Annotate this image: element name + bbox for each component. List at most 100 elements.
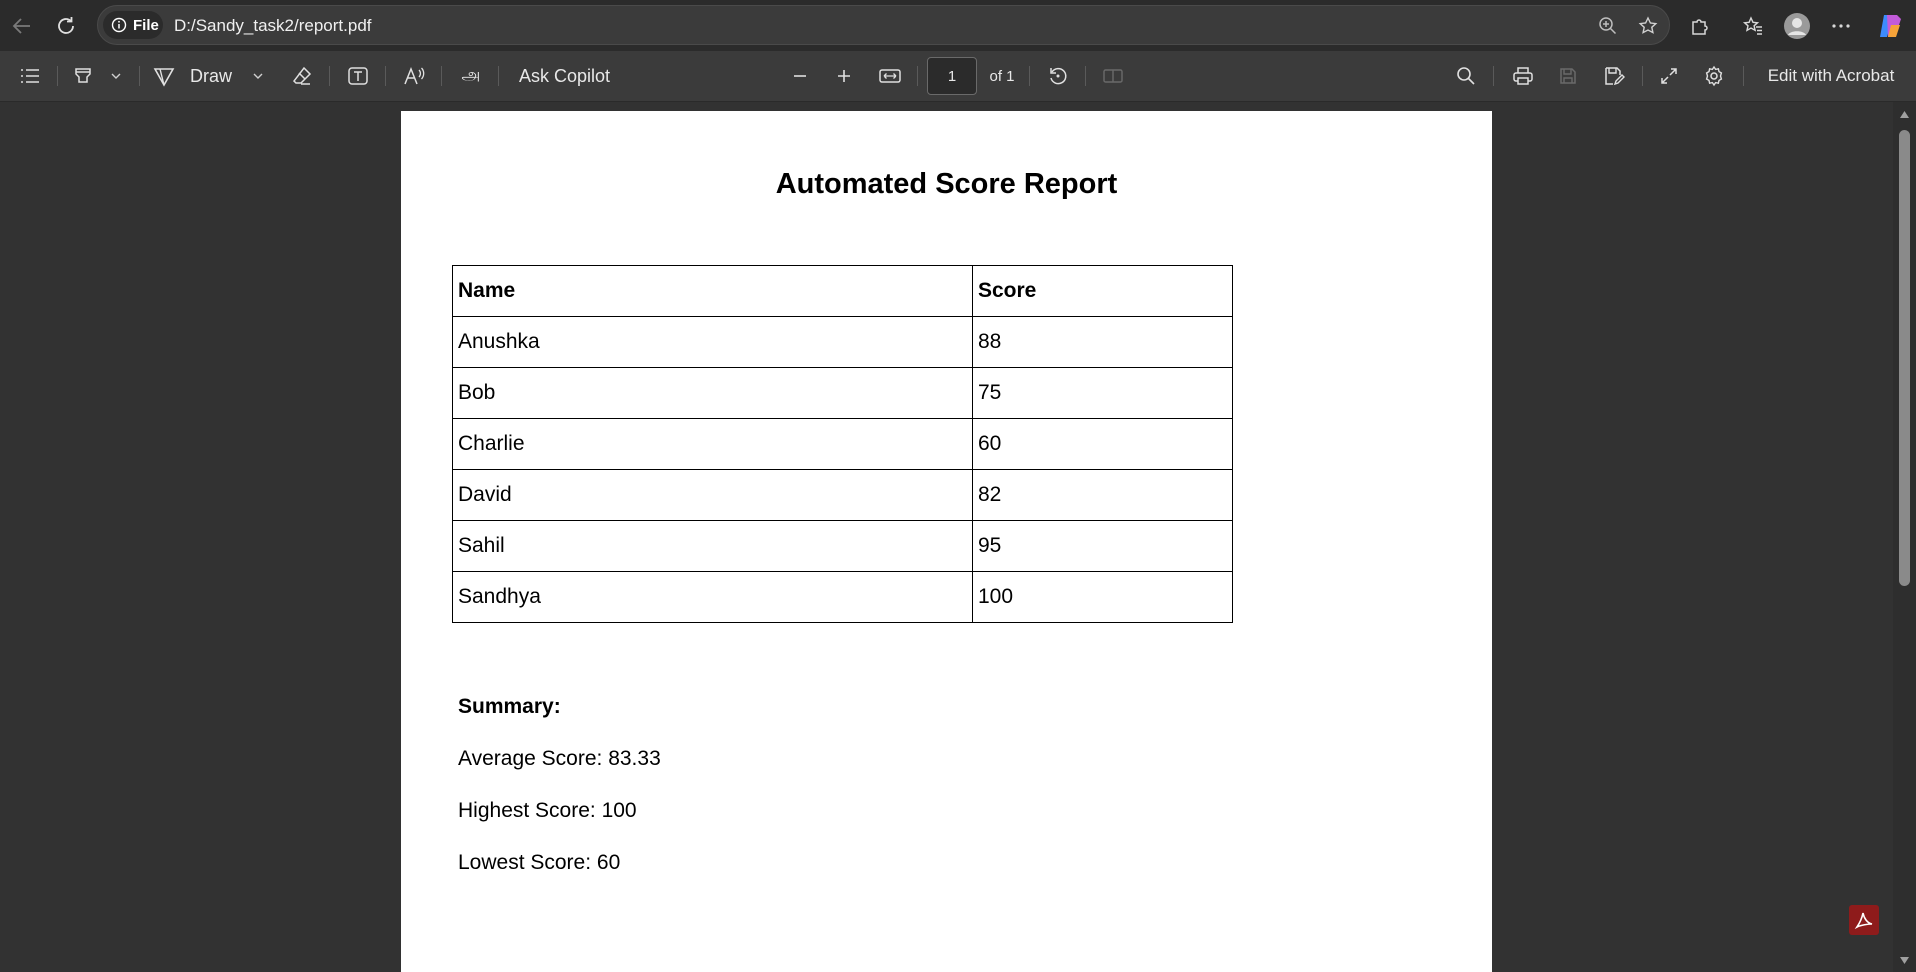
erase-button[interactable]: [289, 60, 315, 92]
highlight-dropdown[interactable]: [106, 60, 126, 92]
star-icon: [1638, 16, 1658, 34]
fit-page-button[interactable]: [876, 60, 904, 92]
browser-top-bar: File D:/Sandy_task2/report.pdf: [0, 0, 1916, 51]
summary-highest: Highest Score: 100: [458, 799, 637, 822]
cell-score: 88: [972, 316, 1233, 368]
puzzle-icon: [1692, 19, 1708, 35]
favorite-button[interactable]: [1633, 11, 1663, 41]
toolbar-separator: [1642, 66, 1643, 86]
page-number-input[interactable]: 1: [927, 57, 977, 95]
cell-name: Sahil: [452, 520, 973, 572]
site-info-chip[interactable]: File: [103, 11, 163, 39]
cell-score: 60: [972, 418, 1233, 470]
more-options-button[interactable]: [1822, 7, 1860, 45]
edit-with-acrobat-label: Edit with Acrobat: [1767, 66, 1895, 85]
info-icon: [111, 17, 127, 33]
table-row: Sandhya 100: [452, 571, 1233, 623]
copilot-icon: [1880, 15, 1901, 37]
profile-button[interactable]: [1778, 7, 1816, 45]
toolbar-separator: [1743, 66, 1744, 86]
cell-name: David: [452, 469, 973, 521]
summary-lowest: Lowest Score: 60: [458, 851, 621, 874]
vertical-scrollbar[interactable]: [1893, 102, 1916, 972]
translate-button[interactable]: அ: [456, 60, 486, 92]
zoom-out-button[interactable]: [788, 60, 812, 92]
zoom-button[interactable]: [1593, 11, 1623, 41]
save-button: [1555, 60, 1581, 92]
minus-icon: [794, 75, 806, 77]
cell-score: 82: [972, 469, 1233, 521]
edit-with-acrobat-button[interactable]: Edit with Acrobat: [1756, 60, 1906, 92]
back-arrow-icon: [12, 18, 30, 34]
acrobat-icon: [1854, 912, 1873, 930]
column-header-score: Score: [972, 265, 1233, 317]
toolbar-separator: [57, 66, 58, 86]
toolbar-separator: [385, 66, 386, 86]
table-row: Sahil 95: [452, 520, 1233, 572]
address-bar[interactable]: File D:/Sandy_task2/report.pdf: [97, 5, 1670, 45]
eraser-icon: [293, 66, 312, 85]
copilot-button[interactable]: [1871, 7, 1909, 45]
page-number-value: 1: [947, 67, 957, 85]
highlight-button[interactable]: [70, 60, 96, 92]
cell-name: Sandhya: [452, 571, 973, 623]
ask-copilot-button[interactable]: Ask Copilot: [519, 60, 629, 92]
avatar-icon: [1784, 13, 1810, 39]
fullscreen-button[interactable]: [1656, 60, 1682, 92]
cell-score: 95: [972, 520, 1233, 572]
toolbar-separator: [917, 66, 918, 86]
back-button[interactable]: [3, 7, 41, 45]
read-aloud-button[interactable]: [401, 60, 429, 92]
contents-button[interactable]: [16, 60, 44, 92]
refresh-button[interactable]: [47, 7, 85, 45]
score-table: Name Score Anushka 88 Bob 75 Charlie 60: [452, 265, 1233, 623]
save-as-button[interactable]: [1601, 60, 1627, 92]
toolbar-separator: [1493, 66, 1494, 86]
extensions-button[interactable]: [1681, 7, 1719, 45]
read-aloud-icon: [404, 66, 425, 85]
column-header-name: Name: [452, 265, 973, 317]
draw-dropdown[interactable]: [248, 60, 268, 92]
gear-icon: [1705, 65, 1723, 87]
table-row: Charlie 60: [452, 418, 1233, 470]
fit-width-icon: [879, 69, 901, 83]
scroll-up-arrow-icon[interactable]: [1899, 110, 1910, 119]
toolbar-separator: [329, 66, 330, 86]
toolbar-separator: [1029, 66, 1030, 86]
cell-name: Charlie: [452, 418, 973, 470]
table-header-row: Name Score: [452, 265, 1233, 317]
settings-button[interactable]: [1701, 60, 1727, 92]
zoom-in-button[interactable]: [832, 60, 856, 92]
translate-icon: அ: [461, 65, 481, 84]
save-as-icon: [1605, 67, 1625, 86]
cell-name: Bob: [452, 367, 973, 419]
save-icon: [1560, 68, 1576, 84]
cell-score: 75: [972, 367, 1233, 419]
expand-icon: [1661, 68, 1677, 84]
refresh-icon: [58, 17, 74, 34]
pdf-toolbar: Draw அ Ask Copilot 1 of 1 Edit with Acro…: [0, 51, 1916, 102]
pdf-viewer[interactable]: Automated Score Report Name Score Anushk…: [0, 102, 1916, 972]
table-row: Anushka 88: [452, 316, 1233, 368]
print-button[interactable]: [1510, 60, 1536, 92]
favorites-button[interactable]: [1734, 7, 1772, 45]
toolbar-separator: [1085, 66, 1086, 86]
printer-icon: [1513, 67, 1533, 85]
draw-button[interactable]: Draw: [152, 60, 262, 92]
acrobat-button[interactable]: [1849, 905, 1879, 935]
ask-copilot-label: Ask Copilot: [519, 65, 611, 86]
page-count: of 1: [987, 60, 1017, 92]
draw-label: Draw: [190, 65, 233, 86]
rotate-button[interactable]: [1045, 60, 1071, 92]
text-box-icon: [348, 67, 368, 85]
table-row: David 82: [452, 469, 1233, 521]
rotate-icon: [1050, 67, 1067, 85]
scroll-down-arrow-icon[interactable]: [1899, 956, 1910, 965]
find-button[interactable]: [1453, 60, 1479, 92]
scrollbar-thumb[interactable]: [1899, 130, 1910, 586]
url-text[interactable]: D:/Sandy_task2/report.pdf: [174, 16, 372, 36]
table-row: Bob 75: [452, 367, 1233, 419]
add-text-button[interactable]: [345, 60, 371, 92]
summary-heading: Summary:: [458, 695, 561, 718]
plus-icon: [838, 70, 850, 82]
